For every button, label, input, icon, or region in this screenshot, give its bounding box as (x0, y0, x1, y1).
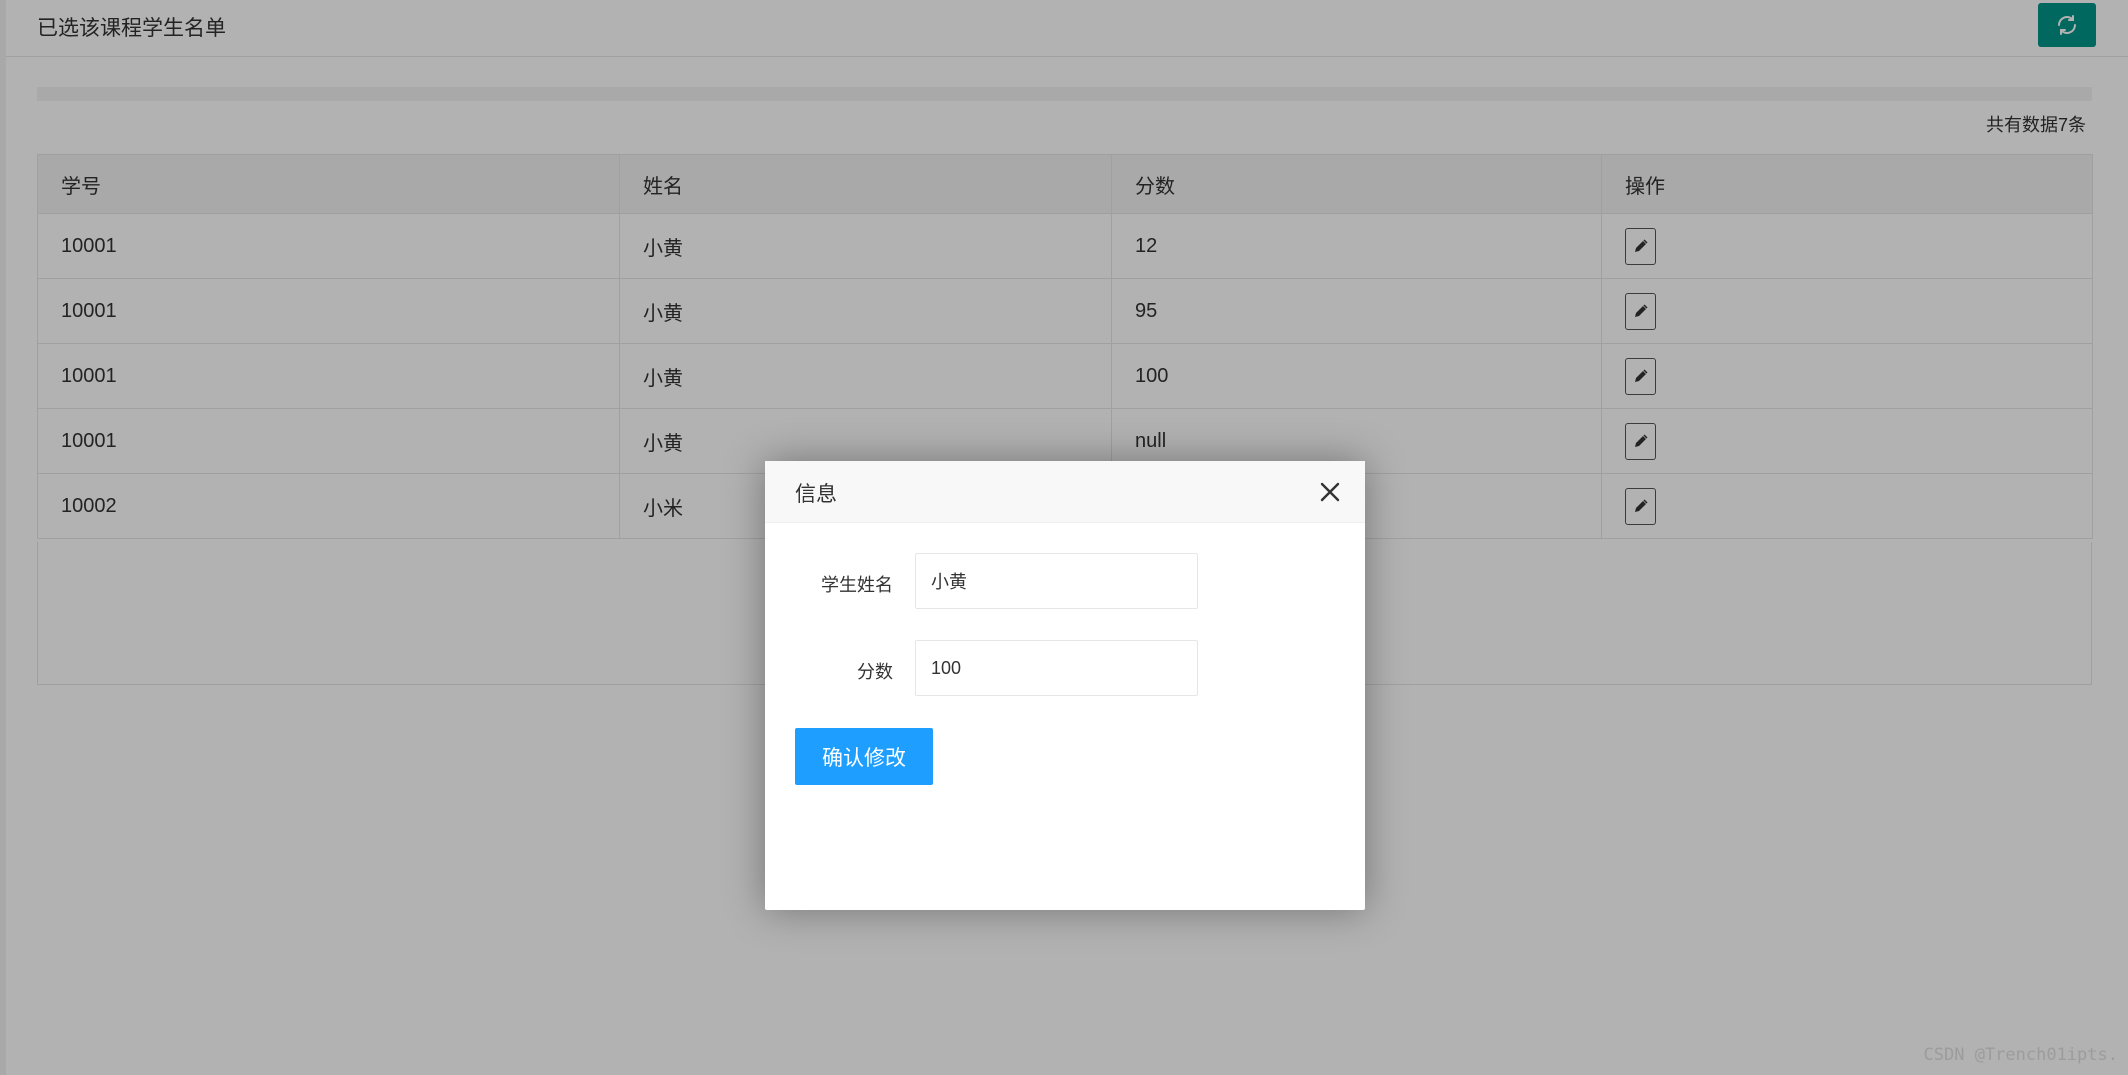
score-label: 分数 (857, 662, 893, 682)
close-icon[interactable] (1319, 481, 1341, 503)
confirm-edit-button[interactable]: 确认修改 (795, 728, 933, 785)
edit-dialog: 信息 学生姓名 分数 确认修改 (765, 461, 1365, 910)
student-name-label: 学生姓名 (821, 575, 893, 595)
dialog-header: 信息 (765, 461, 1365, 523)
dialog-title: 信息 (795, 483, 837, 506)
form-row-name: 学生姓名 (765, 553, 1365, 611)
student-name-input[interactable] (915, 553, 1198, 609)
score-input[interactable] (915, 640, 1198, 696)
form-row-score: 分数 (765, 640, 1365, 698)
